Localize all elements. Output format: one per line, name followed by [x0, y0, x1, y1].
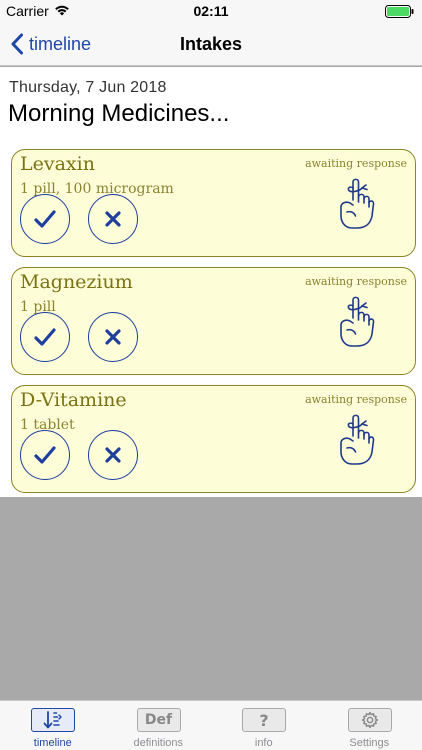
tab-info[interactable]: ? info: [211, 701, 317, 750]
close-icon: [105, 447, 121, 463]
tab-label: timeline: [33, 737, 72, 749]
gear-icon: [347, 708, 392, 732]
reminder-finger-icon: [340, 178, 375, 229]
tab-label: Settings: [349, 737, 390, 749]
status-badge: awaiting response: [305, 393, 407, 406]
checkmark-icon: [34, 328, 56, 346]
status-badge: awaiting response: [305, 275, 407, 288]
battery-icon: [385, 5, 414, 18]
intakes-content: Thursday, 7 Jun 2018 Morning Medicines..…: [0, 67, 422, 497]
checkmark-icon: [34, 446, 56, 464]
intake-card-levaxin: Levaxin 1 pill, 100 microgram awaiting r…: [11, 149, 416, 257]
info-icon: ?: [242, 708, 286, 732]
medicine-name: Magnezium: [20, 271, 133, 293]
confirm-intake-button[interactable]: [20, 194, 70, 244]
tab-timeline[interactable]: timeline: [0, 701, 106, 750]
skip-intake-button[interactable]: [88, 194, 138, 244]
definitions-icon: Def: [136, 708, 181, 732]
skip-intake-button[interactable]: [88, 312, 138, 362]
skip-intake-button[interactable]: [88, 430, 138, 480]
navigation-bar: timeline Intakes: [0, 22, 422, 66]
medicine-name: Levaxin: [20, 153, 95, 175]
close-icon: [105, 211, 121, 227]
status-badge: awaiting response: [305, 157, 407, 170]
intake-date: Thursday, 7 Jun 2018: [9, 79, 167, 96]
confirm-intake-button[interactable]: [20, 430, 70, 480]
confirm-intake-button[interactable]: [20, 312, 70, 362]
close-icon: [105, 329, 121, 345]
tab-label: definitions: [133, 737, 184, 749]
checkmark-icon: [34, 210, 56, 228]
tab-settings[interactable]: Settings: [317, 701, 422, 750]
timeline-icon: [31, 708, 75, 732]
section-title: Morning Medicines...: [8, 100, 230, 127]
intake-card-magnezium: Magnezium 1 pill awaiting response: [11, 267, 416, 375]
clock: 02:11: [193, 3, 229, 19]
reminder-finger-icon: [340, 296, 375, 347]
tab-label: info: [254, 737, 273, 749]
intake-card-d-vitamine: D-Vitamine 1 tablet awaiting response: [11, 385, 416, 493]
reminder-finger-icon: [340, 414, 375, 465]
tab-definitions[interactable]: Def definitions: [106, 701, 212, 750]
status-bar: Carrier 02:11: [0, 0, 422, 22]
page-title: Intakes: [179, 34, 243, 54]
medicine-name: D-Vitamine: [20, 389, 127, 411]
tab-bar: timeline Def definitions ? info Settings: [0, 700, 422, 750]
